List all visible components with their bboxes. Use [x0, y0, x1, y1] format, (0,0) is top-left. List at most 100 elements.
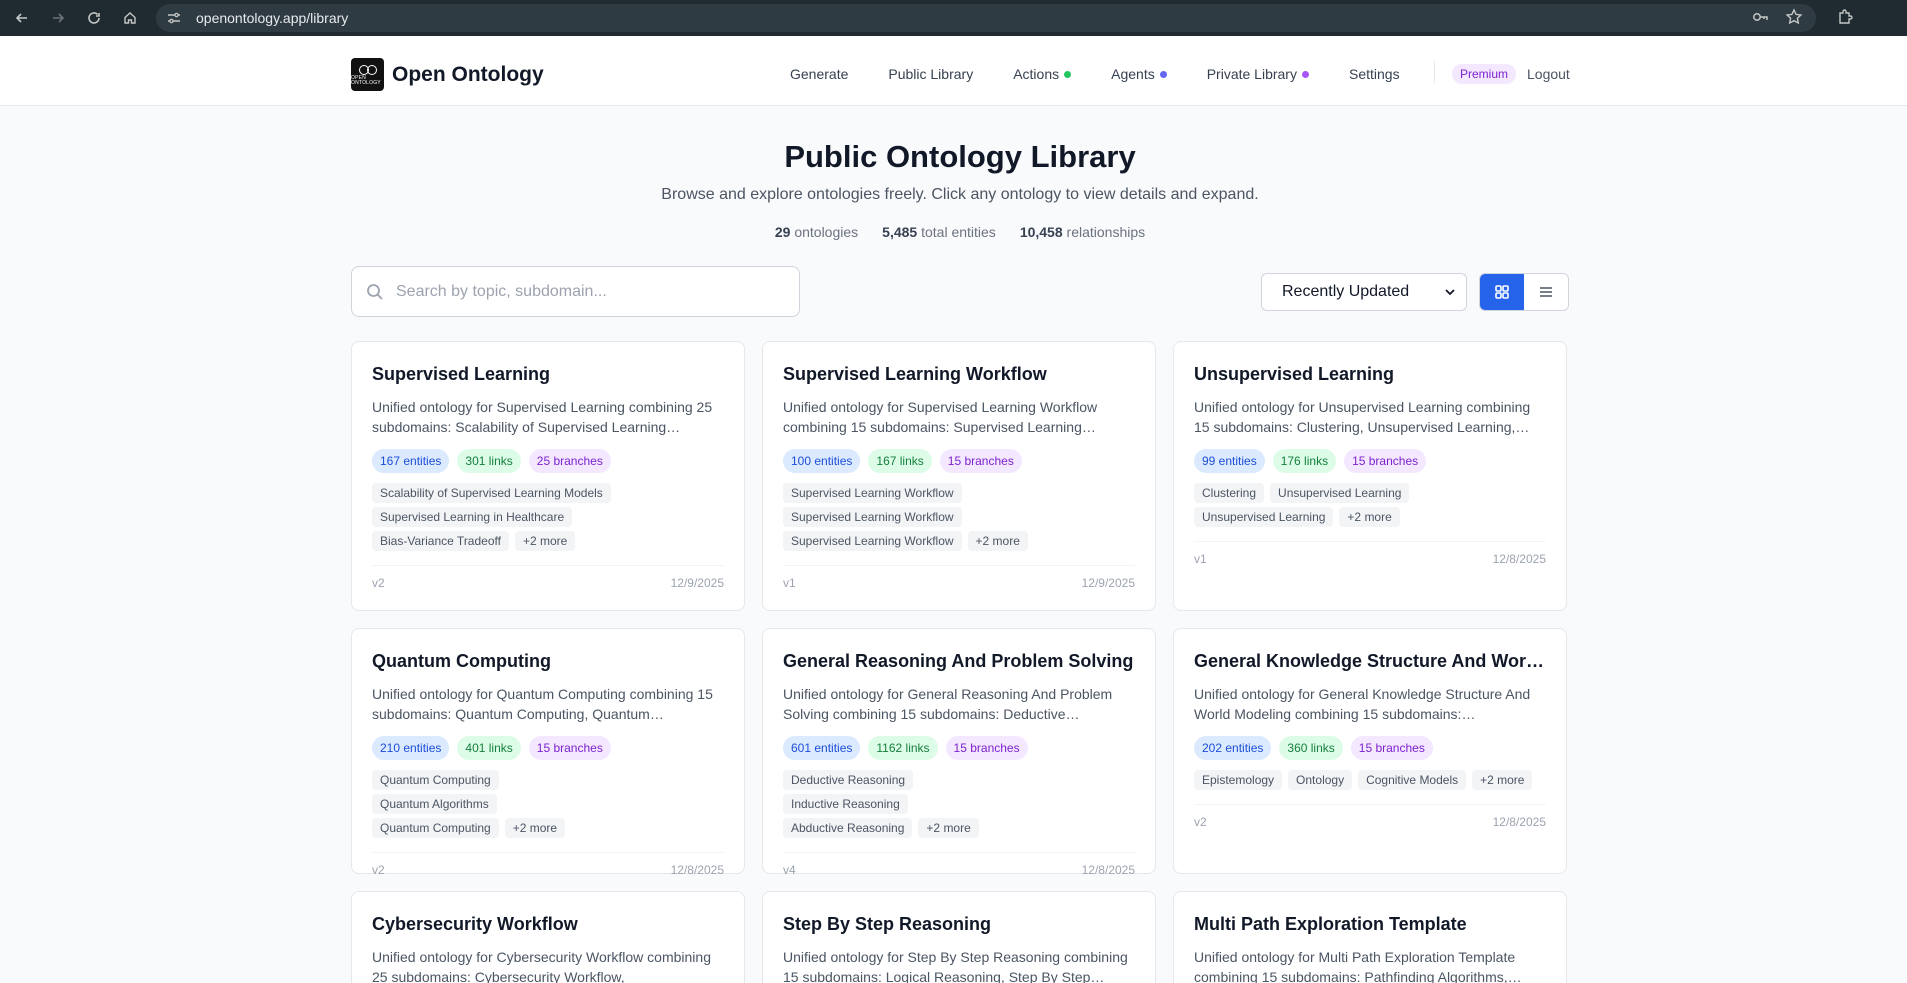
- card-version: v2: [372, 576, 385, 590]
- subdomain-tag: Clustering: [1194, 483, 1265, 503]
- subdomain-tag: Supervised Learning Workflow: [783, 507, 962, 527]
- subdomain-tag: Abductive Reasoning: [783, 818, 913, 838]
- stat-value: 5,485: [882, 224, 918, 240]
- reload-icon[interactable]: [82, 6, 106, 30]
- ontology-card[interactable]: Quantum Computing Unified ontology for Q…: [351, 628, 745, 877]
- ontology-card[interactable]: Supervised Learning Unified ontology for…: [351, 341, 745, 611]
- card-date: 12/9/2025: [1081, 576, 1135, 590]
- sort-select[interactable]: Recently Updated: [1261, 273, 1467, 311]
- status-dot: [1159, 70, 1167, 78]
- back-icon[interactable]: [10, 6, 34, 30]
- entities-badge: 99 entities: [1194, 449, 1265, 473]
- forward-icon[interactable]: [46, 6, 70, 30]
- card-description: Unified ontology for General Reasoning A…: [783, 686, 1113, 722]
- card-footer: v1 12/9/2025: [783, 565, 1135, 605]
- card-version: v2: [372, 863, 385, 877]
- ontology-card[interactable]: Cybersecurity Workflow Unified ontology …: [351, 891, 745, 983]
- entities-badge: 100 entities: [783, 449, 861, 473]
- grid-icon: [1495, 285, 1509, 299]
- brand-link[interactable]: OPEN ONTOLOGY Open Ontology: [351, 58, 544, 91]
- ontology-card[interactable]: Multi Path Exploration Template Unified …: [1173, 891, 1567, 983]
- subdomain-tag: Quantum Computing: [372, 770, 499, 790]
- search-icon: [367, 283, 383, 300]
- logo-icon: OPEN ONTOLOGY: [351, 58, 384, 91]
- stat-entities: 5,485 total entities: [882, 224, 996, 240]
- stat-label: ontologies: [790, 224, 859, 240]
- subdomain-tag: Supervised Learning Workflow: [783, 531, 962, 551]
- card-footer: v2 12/8/2025: [1194, 804, 1546, 844]
- branches-badge: 15 branches: [939, 449, 1022, 473]
- nav-public-library[interactable]: Public Library: [888, 66, 973, 82]
- card-description: Unified ontology for Step By Step Reason…: [783, 949, 1128, 983]
- ontology-card[interactable]: General Reasoning And Problem Solving Un…: [762, 628, 1156, 877]
- nav-private-library[interactable]: Private Library: [1207, 66, 1309, 82]
- nav-label: Private Library: [1206, 66, 1297, 82]
- card-footer: v2 12/9/2025: [372, 565, 724, 605]
- subdomain-tag: Scalability of Supervised Learning Model…: [372, 483, 611, 503]
- nav-label: Generate: [790, 66, 849, 82]
- nav-generate[interactable]: Generate: [790, 66, 848, 82]
- ontology-card[interactable]: Unsupervised Learning Unified ontology f…: [1173, 341, 1567, 611]
- card-title: Multi Path Exploration Template: [1194, 914, 1467, 934]
- ontology-card[interactable]: Supervised Learning Workflow Unified ont…: [762, 341, 1156, 611]
- list-view-button[interactable]: [1524, 274, 1568, 310]
- card-description: Unified ontology for Unsupervised Learni…: [1194, 399, 1531, 435]
- search-box[interactable]: [351, 266, 800, 317]
- stat-value: 10,458: [1019, 224, 1063, 240]
- subdomain-tag: Supervised Learning Workflow: [783, 483, 962, 503]
- card-footer: v2 12/8/2025: [372, 852, 724, 892]
- subdomain-tag: Ontology: [1288, 770, 1353, 790]
- more-tags: +2 more: [1472, 770, 1533, 790]
- logout-button[interactable]: Logout: [1527, 66, 1570, 82]
- home-icon[interactable]: [118, 6, 142, 30]
- links-badge: 401 links: [457, 736, 521, 760]
- card-description: Unified ontology for Quantum Computing c…: [372, 686, 713, 722]
- subdomain-tag: Epistemology: [1194, 770, 1283, 790]
- card-footer: v4 12/8/2025: [783, 852, 1135, 892]
- card-description: Unified ontology for Supervised Learning…: [783, 399, 1098, 435]
- page-title: Public Ontology Library: [784, 139, 1136, 174]
- more-tags: +2 more: [967, 531, 1028, 551]
- grid-view-button[interactable]: [1480, 274, 1524, 310]
- status-dot: [1064, 70, 1072, 78]
- address-bar[interactable]: openontology.app/library: [156, 4, 1816, 32]
- nav-label: Public Library: [888, 66, 974, 82]
- browser-toolbar: openontology.app/library: [0, 0, 1907, 36]
- ontology-card[interactable]: Step By Step Reasoning Unified ontology …: [762, 891, 1156, 983]
- more-tags: +2 more: [504, 818, 566, 838]
- card-title: Supervised Learning Workflow: [783, 364, 1047, 384]
- branches-badge: 15 branches: [528, 736, 611, 760]
- nav-settings[interactable]: Settings: [1349, 66, 1400, 82]
- card-description: Unified ontology for General Knowledge S…: [1194, 686, 1531, 722]
- nav-actions[interactable]: Actions: [1013, 66, 1072, 82]
- card-title: Supervised Learning: [372, 364, 551, 384]
- subdomain-tag: Deductive Reasoning: [783, 770, 914, 790]
- extensions-icon[interactable]: [1836, 8, 1854, 26]
- card-title: Quantum Computing: [372, 651, 551, 671]
- search-input[interactable]: [396, 282, 776, 301]
- links-badge: 176 links: [1272, 449, 1337, 473]
- card-version: v1: [1194, 552, 1207, 566]
- card-date: 12/8/2025: [1492, 552, 1546, 566]
- card-date: 12/8/2025: [1492, 815, 1546, 829]
- chevron-down-icon: [1445, 289, 1455, 296]
- site-settings-icon[interactable]: [166, 10, 182, 26]
- card-description: Unified ontology for Multi Path Explorat…: [1194, 949, 1522, 983]
- stat-label: total entities: [917, 224, 996, 240]
- ontology-card[interactable]: General Knowledge Structure And World Mo…: [1173, 628, 1567, 874]
- card-version: v1: [783, 576, 796, 590]
- logo-text: OPEN ONTOLOGY: [351, 75, 381, 86]
- brand-name: Open Ontology: [392, 62, 544, 86]
- nav-label: Settings: [1348, 66, 1400, 82]
- list-icon: [1540, 287, 1552, 297]
- nav-agents[interactable]: Agents: [1111, 66, 1167, 82]
- nav-label: Actions: [1013, 66, 1060, 82]
- view-toggle: [1479, 273, 1569, 311]
- url-text[interactable]: openontology.app/library: [196, 10, 348, 26]
- password-key-icon[interactable]: [1751, 8, 1769, 26]
- card-version: v4: [783, 863, 796, 877]
- links-badge: 1162 links: [868, 736, 938, 760]
- card-date: 12/9/2025: [670, 576, 724, 590]
- star-icon[interactable]: [1785, 8, 1803, 26]
- card-title: Step By Step Reasoning: [783, 914, 992, 934]
